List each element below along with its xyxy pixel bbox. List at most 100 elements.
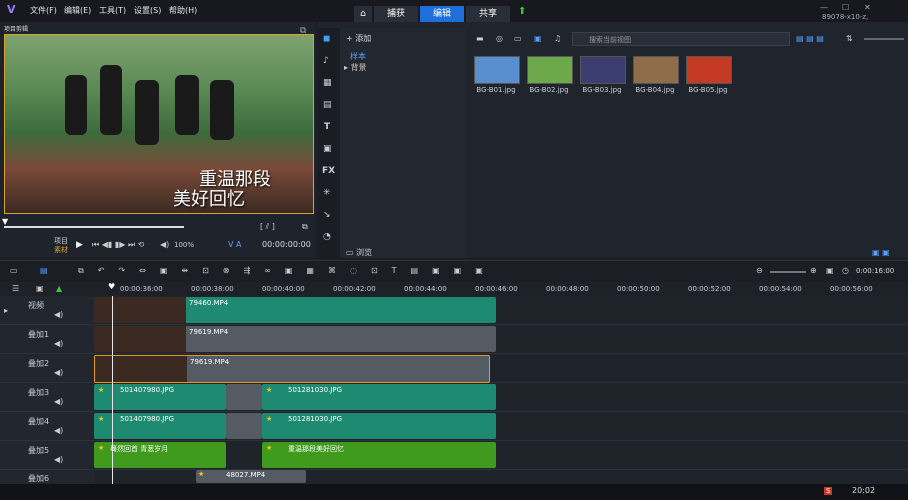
thumb-label: BG-B04.jpg — [635, 86, 675, 94]
track-audio-icon[interactable]: ◀) — [54, 339, 63, 348]
thumb-size-slider[interactable] — [864, 38, 904, 40]
storyboard-view-icon[interactable]: ▭ — [10, 266, 18, 275]
minimize-icon[interactable]: — — [820, 3, 828, 12]
clip-overlay5-b[interactable]: ★ 重温那段美好回忆 — [262, 442, 496, 468]
tab-edit[interactable]: 编辑 — [420, 6, 464, 22]
tree-item-background[interactable]: ▸ 背景 — [344, 62, 367, 73]
fx-icon[interactable]: FX — [322, 166, 335, 176]
tab-share[interactable]: 共享 — [466, 6, 510, 22]
mode-clip[interactable]: 素材 — [54, 245, 68, 255]
menu-help[interactable]: 帮助(H) — [169, 5, 197, 16]
filter-audio-icon[interactable]: ♫ — [554, 34, 561, 43]
zoom-slider[interactable] — [770, 271, 806, 273]
scrub-bar[interactable] — [4, 226, 184, 228]
playhead-icon[interactable]: ♥ — [108, 282, 115, 291]
sort-icon[interactable]: ⇅ — [846, 34, 853, 43]
clip-overlay2[interactable]: 79619.MP4 — [94, 355, 490, 383]
video-frame[interactable]: 重温那段 美好回忆 — [4, 34, 314, 214]
title-icon[interactable]: T — [324, 122, 330, 132]
menu-settings[interactable]: 设置(S) — [134, 5, 161, 16]
zoom-out-icon[interactable]: ⊖ — [756, 266, 763, 275]
playhead-marker-icon[interactable]: ▼ — [2, 217, 8, 226]
clip-label: 79619.MP4 — [190, 358, 230, 366]
clip-overlay1[interactable]: 79619.MP4 — [94, 326, 496, 352]
clip-label: 501281030.JPG — [288, 386, 343, 394]
filter-photo-icon[interactable]: ▣ — [534, 34, 542, 43]
track-audio-icon[interactable]: ◀) — [54, 310, 63, 319]
folder-icon[interactable]: ▬ — [476, 34, 484, 43]
speed-icon[interactable]: ◔ — [323, 232, 331, 242]
fit-icon[interactable]: ▣ — [826, 266, 834, 275]
thumb-bg-b03[interactable] — [580, 56, 626, 84]
clip-overlay3-b[interactable]: ★ 501281030.JPG — [262, 384, 496, 410]
clip-transition[interactable] — [226, 384, 262, 410]
thumb-bg-b02[interactable] — [527, 56, 573, 84]
path-icon[interactable]: ↘ — [323, 210, 331, 220]
instant-project-icon[interactable]: ♪ — [323, 56, 329, 66]
panel-layout-icon[interactable]: ▣ ▣ — [872, 248, 890, 257]
transport-controls[interactable]: ⏮ ◀▮ ▮▶ ⏭ ⟲ — [92, 240, 144, 250]
template-icon[interactable]: ▤ — [323, 100, 332, 110]
view-thumbs-icon[interactable]: ▤ ▤ ▤ — [796, 34, 824, 43]
track-audio-icon[interactable]: ◀) — [54, 455, 63, 464]
chapter-icon[interactable]: ▣ — [36, 284, 44, 293]
upload-icon[interactable]: ⬆ — [518, 6, 526, 22]
clip-overlay5-a[interactable]: ★ 蓦然回首 青葱岁月 — [94, 442, 226, 468]
menu-file[interactable]: 文件(F) — [30, 5, 57, 16]
track-audio-icon[interactable]: ◀) — [54, 426, 63, 435]
thumb-bg-b01[interactable] — [474, 56, 520, 84]
zoom-in-icon[interactable]: ⊕ — [810, 266, 817, 275]
volume-icon[interactable]: ◀) — [160, 240, 169, 249]
graphic-icon[interactable]: ▣ — [323, 144, 332, 154]
tab-capture[interactable]: 捕获 — [374, 6, 418, 22]
thumb-bg-b04[interactable] — [633, 56, 679, 84]
transition-icon[interactable]: ▦ — [323, 78, 332, 88]
clip-overlay4-a[interactable]: ★ 501407980.JPG — [94, 413, 226, 439]
track-audio-icon[interactable]: ◀) — [54, 397, 63, 406]
tab-home[interactable]: ⌂ — [354, 6, 372, 22]
v-a-icon[interactable]: V A — [228, 240, 242, 249]
ime-icon[interactable]: S — [824, 487, 833, 495]
tree-item-samples[interactable]: 样本 — [350, 51, 366, 62]
particle-icon[interactable]: ✳ — [323, 188, 331, 198]
track-manager-icon[interactable]: ☰ — [12, 284, 19, 293]
figure — [175, 75, 199, 135]
track-visibility-icon[interactable]: ▸ — [4, 306, 8, 315]
clock-icon[interactable]: ◷ — [842, 266, 849, 275]
timeline-tools[interactable]: ⧉↶↷⇔▣⇹⊡⊗⇶∞▣▦⌘◌⊡T▤▣▣▣ — [78, 266, 497, 276]
close-icon[interactable]: ✕ — [864, 3, 871, 12]
track-header-overlay6: 叠加6 — [0, 470, 94, 485]
tree-item-background-label: 背景 — [350, 63, 367, 72]
ruler-tick: 00:00:50:00 — [617, 285, 660, 293]
clip-label: 48027.MP4 — [226, 471, 266, 479]
timeline-ruler[interactable]: 00:00:36:00 00:00:38:00 00:00:40:00 00:0… — [94, 282, 908, 296]
menu-edit[interactable]: 编辑(E) — [64, 5, 91, 16]
thumb-bg-b05[interactable] — [686, 56, 732, 84]
clip-label: 501407980.JPG — [120, 386, 175, 394]
search-input[interactable]: 搜索当前视图 — [572, 32, 790, 46]
clip-transition[interactable] — [226, 413, 262, 439]
browse-button[interactable]: ▭ 浏览 — [346, 247, 372, 258]
import-icon[interactable]: ◎ — [496, 34, 503, 43]
clip-overlay4-b[interactable]: ★ 501281030.JPG — [262, 413, 496, 439]
menu-tools[interactable]: 工具(T) — [99, 5, 126, 16]
track-audio-icon[interactable]: ◀) — [54, 368, 63, 377]
timeline-view-icon[interactable]: ▤ — [40, 266, 48, 275]
thumb-label: BG-B03.jpg — [582, 86, 622, 94]
library-tree: + 添加 样本 ▸ 背景 ▭ 浏览 — [340, 28, 466, 258]
track-name: 叠加2 — [28, 359, 50, 368]
maximize-icon[interactable]: ☐ — [842, 3, 849, 12]
ruler-tick: 00:00:48:00 — [546, 285, 589, 293]
ripple-icon[interactable]: ▲ — [56, 284, 62, 293]
clip-overlay6[interactable]: ★ 48027.MP4 — [196, 470, 306, 483]
media-icon[interactable]: ◼ — [323, 34, 330, 44]
copy-icon[interactable]: ⧉ — [302, 222, 308, 232]
timecode[interactable]: 00:00:00:00 — [262, 240, 311, 249]
filter-video-icon[interactable]: ▭ — [514, 34, 522, 43]
add-button[interactable]: + 添加 — [346, 33, 371, 44]
trim-markers[interactable]: [ ⫽ ] — [260, 222, 275, 232]
clip-overlay3-a[interactable]: ★ 501407980.JPG — [94, 384, 226, 410]
clip-video[interactable]: 79460.MP4 — [94, 297, 496, 323]
playhead-line[interactable] — [112, 296, 113, 484]
play-button[interactable]: ▶ — [76, 240, 83, 250]
